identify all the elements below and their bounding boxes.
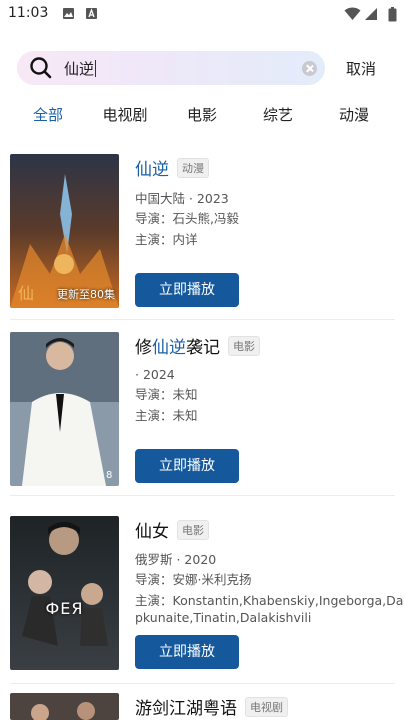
cancel-button[interactable]: 取消 — [346, 58, 376, 79]
cast: 主演：Konstantin,Khabenskiy,Ingeborga,Da — [135, 593, 404, 608]
category-tag: 电影 — [228, 335, 260, 356]
svg-text:8: 8 — [106, 470, 112, 481]
episode-badge: 更新至80集 — [57, 288, 115, 301]
poster-art-icon — [10, 516, 119, 670]
cast: 主演：内详 — [135, 232, 198, 247]
director: 导演：未知 — [135, 387, 198, 402]
search-input[interactable]: 仙逆 — [64, 58, 97, 79]
status-bar: 11:03 — [0, 0, 405, 28]
play-button[interactable]: 立即播放 — [135, 449, 239, 483]
status-time: 11:03 — [8, 5, 49, 21]
search-box[interactable]: 仙逆 — [17, 51, 325, 85]
cast: 主演：未知 — [135, 408, 198, 423]
poster-art-icon: 8 — [10, 332, 119, 486]
result-title[interactable]: 仙逆 动漫 — [135, 155, 209, 180]
battery-icon — [388, 7, 397, 22]
divider — [10, 495, 395, 496]
poster-image[interactable] — [10, 693, 119, 720]
poster-image[interactable]: ФЕЯ — [10, 516, 119, 670]
search-icon — [30, 57, 52, 79]
clear-search-icon[interactable] — [302, 61, 317, 76]
tab-tv-series[interactable]: 电视剧 — [102, 104, 147, 125]
poster-art-icon — [10, 693, 119, 720]
tab-variety[interactable]: 综艺 — [263, 104, 293, 125]
category-tag: 电影 — [177, 519, 209, 540]
region-year: · 2024 — [135, 367, 175, 382]
play-button[interactable]: 立即播放 — [135, 635, 239, 669]
tab-anime[interactable]: 动漫 — [339, 104, 369, 125]
poster-title-text: ФЕЯ — [45, 599, 84, 618]
divider — [10, 319, 395, 320]
region-year: 俄罗斯 · 2020 — [135, 552, 217, 567]
category-tag: 动漫 — [177, 157, 209, 178]
cellular-signal-icon — [365, 8, 377, 20]
category-tabs: 全部 电视剧 电影 综艺 动漫 — [0, 104, 405, 134]
region-year: 中国大陆 · 2023 — [135, 191, 229, 206]
poster-art-icon: 仙 — [10, 154, 119, 308]
play-button[interactable]: 立即播放 — [135, 273, 239, 307]
result-title[interactable]: 修仙逆袭记 电影 — [135, 333, 260, 358]
wifi-icon — [344, 7, 361, 20]
director: 导演：石头熊,冯毅 — [135, 211, 239, 226]
svg-text:仙: 仙 — [18, 284, 34, 303]
poster-image[interactable]: 仙 更新至80集 — [10, 154, 119, 308]
gallery-notification-icon — [63, 8, 74, 19]
divider — [10, 683, 395, 684]
director: 导演：安娜·米利克扬 — [135, 572, 252, 587]
tab-all[interactable]: 全部 — [33, 104, 63, 125]
tab-movies[interactable]: 电影 — [187, 104, 217, 125]
poster-image[interactable]: 8 — [10, 332, 119, 486]
result-title[interactable]: 仙女 电影 — [135, 517, 209, 542]
cast-continued: pkunaite,Tinatin,Dalakishvili — [135, 610, 312, 625]
result-title[interactable]: 游剑江湖粤语 电视剧 — [135, 694, 288, 719]
category-tag: 电视剧 — [245, 696, 288, 717]
app-notification-icon — [86, 8, 97, 19]
